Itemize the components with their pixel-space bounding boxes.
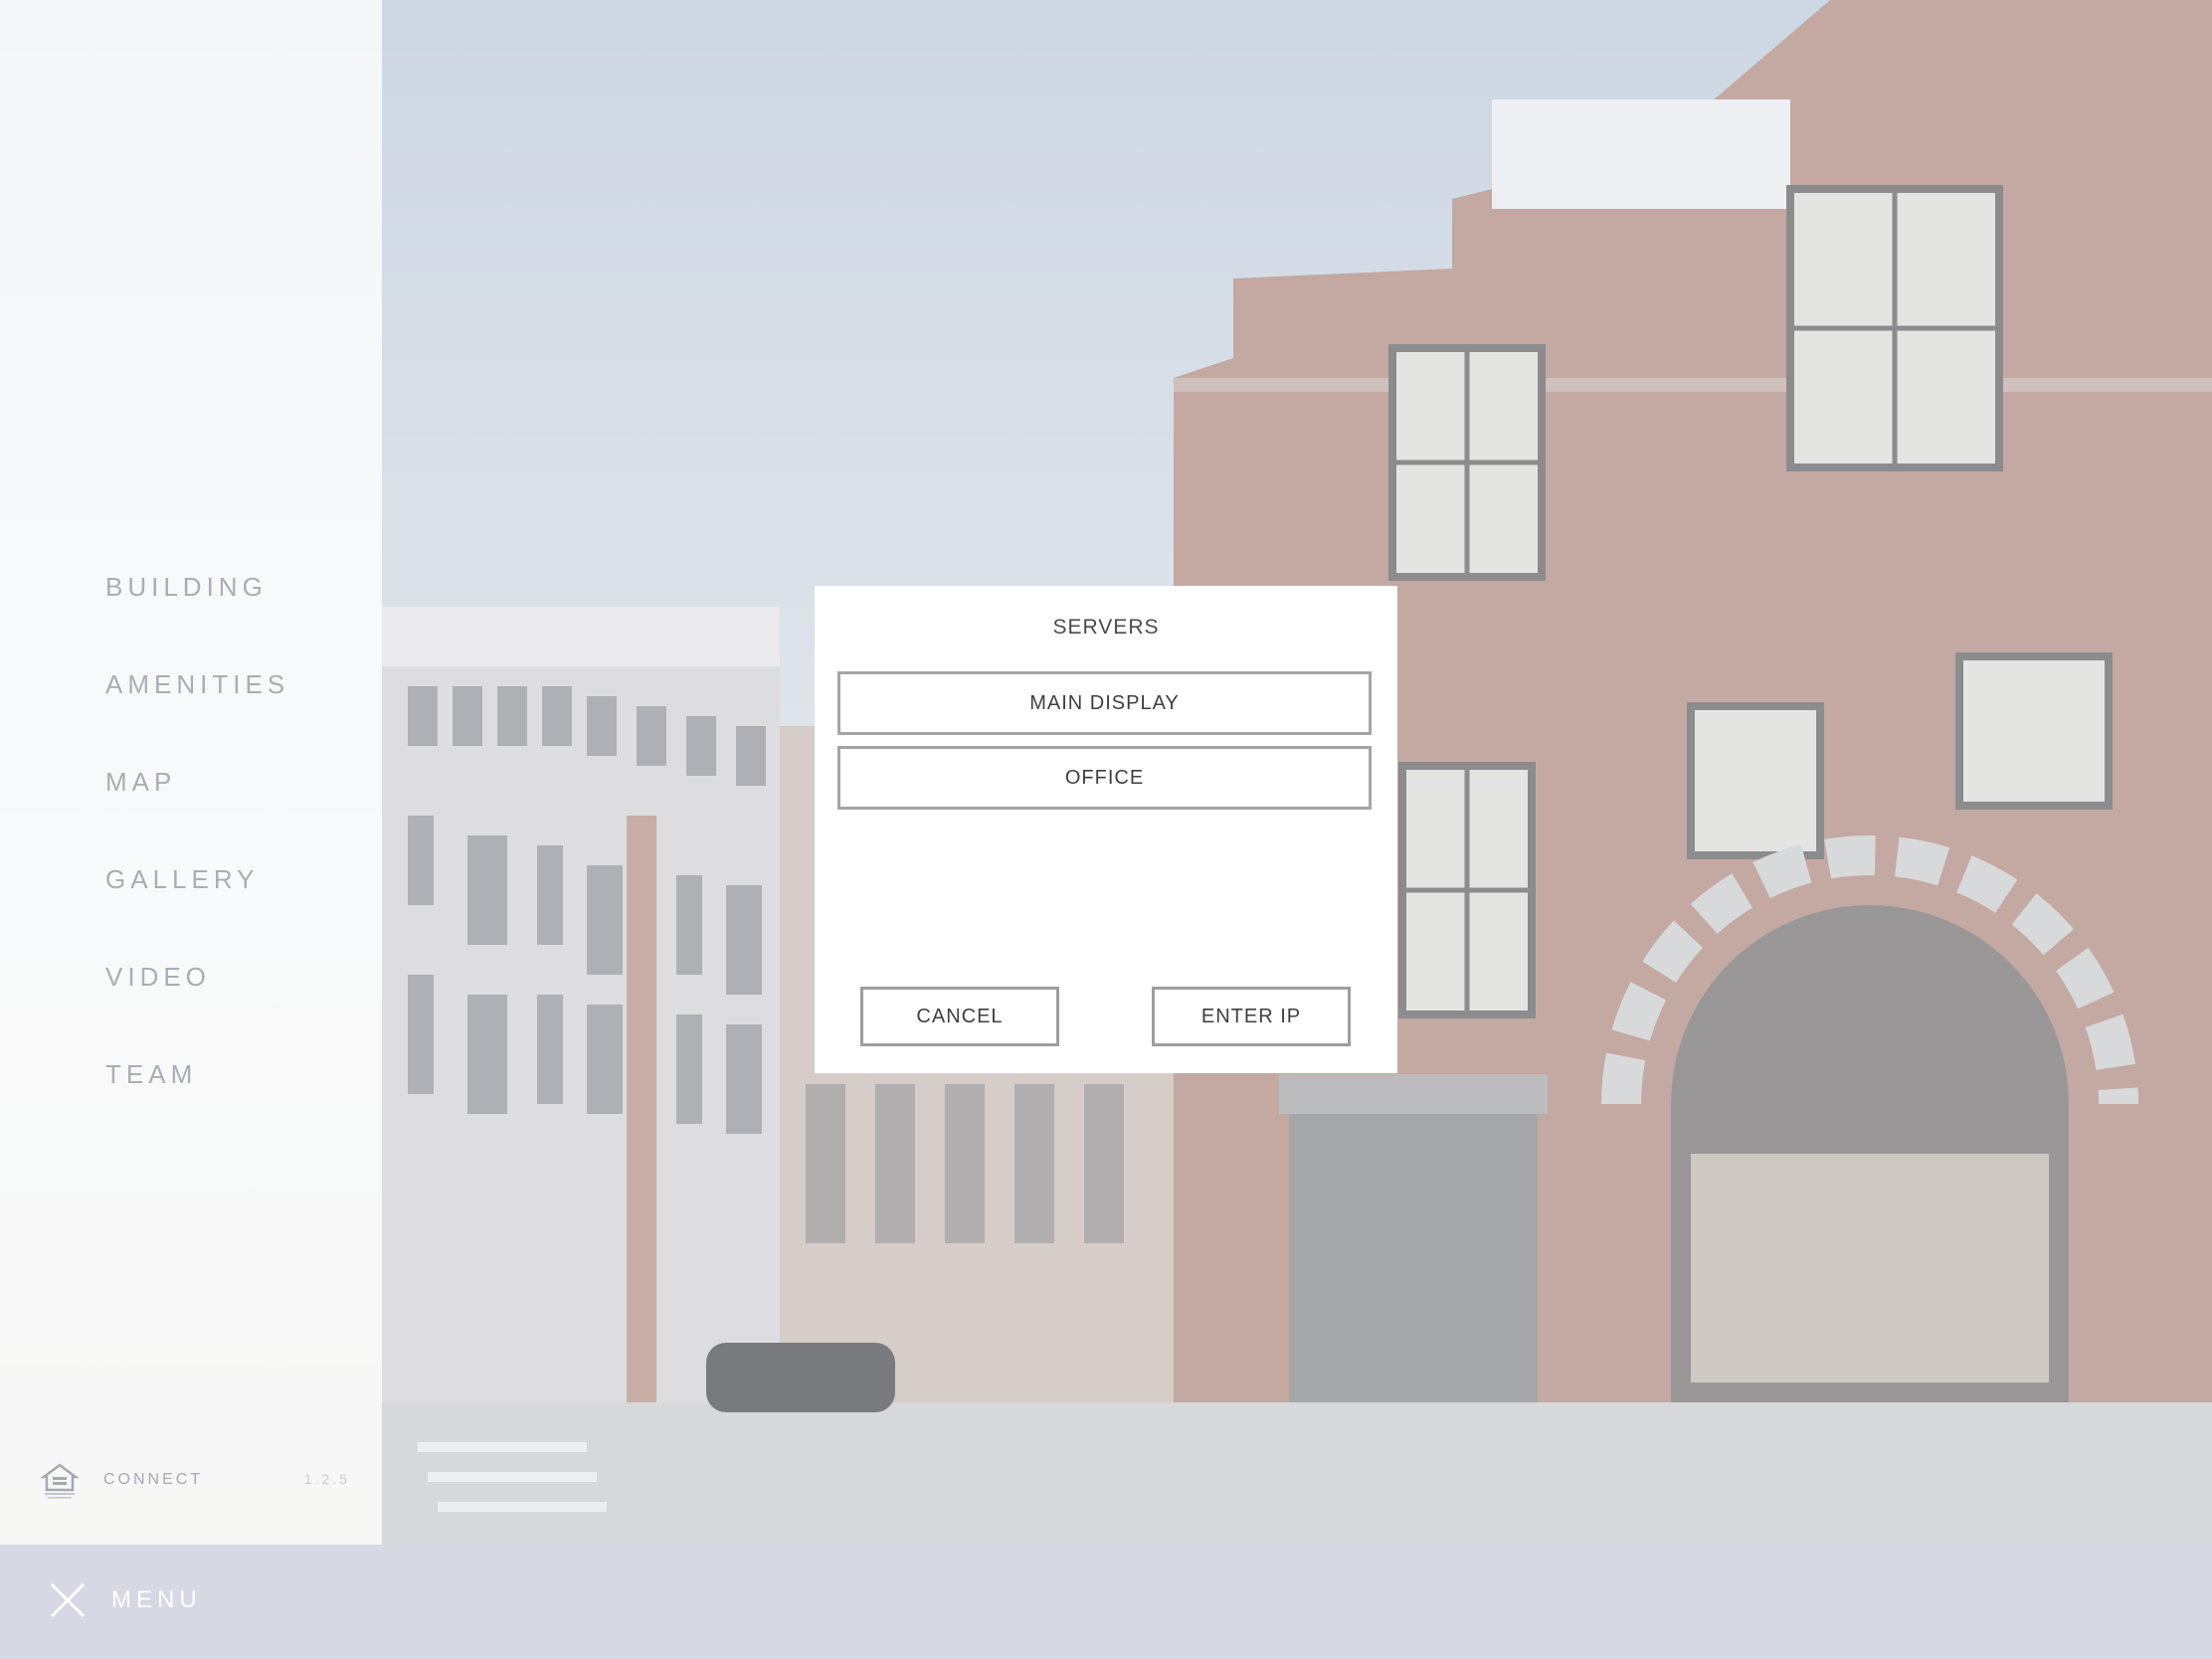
bottom-bar: MENU [0, 1545, 2212, 1659]
server-main-display-button[interactable]: MAIN DISPLAY [837, 671, 1372, 735]
version-label: 1.2.5 [303, 1471, 350, 1487]
nav-item-team[interactable]: TEAM [105, 1044, 289, 1142]
nav-item-amenities[interactable]: AMENITIES [105, 654, 289, 752]
close-icon[interactable] [50, 1582, 86, 1618]
menu-button[interactable]: MENU [111, 1586, 202, 1614]
nav-item-building[interactable]: BUILDING [105, 557, 289, 654]
equal-housing-opportunity-icon [40, 1463, 80, 1499]
nav-item-video[interactable]: VIDEO [105, 947, 289, 1044]
nav-item-gallery[interactable]: GALLERY [105, 849, 289, 947]
servers-dialog: SERVERS MAIN DISPLAY OFFICE CANCEL ENTER… [815, 586, 1397, 1073]
connect-label[interactable]: CONNECT [103, 1471, 203, 1489]
connect-row[interactable]: CONNECT 1.2.5 [40, 1458, 358, 1502]
sidebar: BUILDING AMENITIES MAP GALLERY VIDEO TEA… [0, 0, 382, 1545]
cancel-button[interactable]: CANCEL [860, 987, 1059, 1046]
server-office-button[interactable]: OFFICE [837, 746, 1372, 810]
enter-ip-button[interactable]: ENTER IP [1152, 987, 1351, 1046]
dialog-title: SERVERS [1052, 616, 1160, 639]
nav-item-map[interactable]: MAP [105, 752, 289, 849]
main-nav: BUILDING AMENITIES MAP GALLERY VIDEO TEA… [105, 557, 289, 1142]
